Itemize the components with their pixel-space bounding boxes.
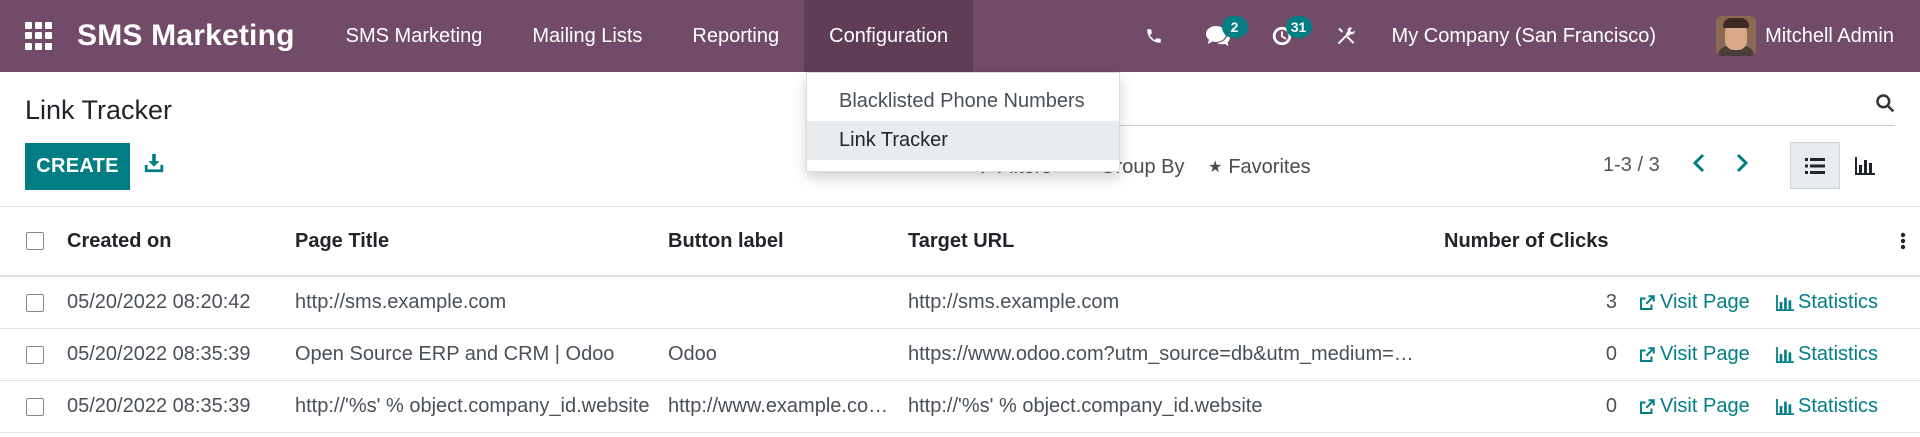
clicks-cell: 0 (1605, 343, 1617, 365)
view-switcher (1790, 142, 1890, 189)
target-url-cell: https://www.odoo.com?utm_source=db&utm_m… (908, 343, 1414, 365)
phone-icon[interactable] (1122, 0, 1186, 72)
created-on-cell: 05/20/2022 08:35:39 (67, 343, 251, 365)
chevron-left-icon[interactable] (1690, 152, 1708, 180)
visit-page-label: Visit Page (1660, 291, 1750, 313)
graph-view-icon[interactable] (1840, 142, 1890, 189)
bar-chart-icon (1776, 346, 1794, 363)
menu-mailing-lists[interactable]: Mailing Lists (507, 0, 667, 72)
created-on-cell: 05/20/2022 08:35:39 (67, 395, 251, 417)
target-url-cell: http://sms.example.com (908, 291, 1120, 313)
clicks-cell: 0 (1605, 395, 1617, 417)
visit-page-label: Visit Page (1660, 343, 1750, 365)
bar-chart-icon (1776, 398, 1794, 415)
visit-page-button[interactable]: Visit Page (1638, 381, 1758, 432)
link-tracker-table: Created on Page Title Button label Targe… (0, 207, 1920, 433)
statistics-label: Statistics (1798, 291, 1879, 313)
statistics-label: Statistics (1798, 343, 1879, 365)
table-row[interactable]: 05/20/2022 08:35:39 Open Source ERP and … (0, 329, 1920, 381)
column-page-title[interactable]: Page Title (295, 207, 655, 275)
dropdown-item-blacklisted-phone-numbers[interactable]: Blacklisted Phone Numbers (807, 82, 1119, 121)
chevron-right-icon[interactable] (1733, 152, 1751, 180)
navbar-systray: 2 31 My Company (San Francisco) Mitchell… (1122, 0, 1920, 72)
clicks-cell: 3 (1605, 291, 1617, 313)
created-on-cell: 05/20/2022 08:20:42 (67, 291, 251, 313)
visit-page-button[interactable]: Visit Page (1638, 277, 1758, 328)
select-all-checkbox[interactable] (26, 232, 44, 250)
column-created-on[interactable]: Created on (67, 207, 287, 275)
favorites-button[interactable]: ★ Favorites (1208, 154, 1311, 180)
statistics-button[interactable]: Statistics (1776, 329, 1916, 380)
page-title: Link Tracker (25, 95, 173, 125)
button-label-cell: http://www.example.co… (668, 395, 889, 417)
menu-reporting[interactable]: Reporting (667, 0, 804, 72)
column-number-of-clicks[interactable]: Number of Clicks (1444, 207, 1744, 275)
visit-page-label: Visit Page (1660, 395, 1750, 417)
app-brand[interactable]: SMS Marketing (77, 19, 295, 53)
user-menu[interactable]: Mitchell Admin (1765, 25, 1894, 48)
clock-icon[interactable]: 31 (1250, 0, 1314, 72)
chat-icon[interactable]: 2 (1186, 0, 1250, 72)
activity-count-badge: 31 (1285, 16, 1312, 38)
statistics-label: Statistics (1798, 395, 1879, 417)
top-navbar: SMS Marketing SMS Marketing Mailing List… (0, 0, 1920, 72)
bar-chart-icon (1776, 294, 1794, 311)
list-view-icon[interactable] (1790, 142, 1840, 189)
target-url-cell: http://'%s' % object.company_id.website (908, 395, 1263, 417)
page-title-cell: http://sms.example.com (295, 291, 507, 313)
favorites-label: Favorites (1228, 155, 1311, 178)
pager-value[interactable]: 1-3 / 3 (1603, 154, 1660, 177)
button-label-cell (668, 277, 894, 328)
external-link-icon (1640, 346, 1655, 362)
create-button[interactable]: CREATE (25, 143, 130, 190)
table-row[interactable]: 05/20/2022 08:35:39 http://'%s' % object… (0, 381, 1920, 433)
button-label-cell: Odoo (668, 343, 717, 365)
external-link-icon (1640, 294, 1655, 310)
avatar[interactable] (1716, 16, 1757, 56)
company-switcher[interactable]: My Company (San Francisco) (1392, 25, 1657, 48)
table-row[interactable]: 05/20/2022 08:20:42 http://sms.example.c… (0, 277, 1920, 329)
external-link-icon (1640, 398, 1655, 414)
configuration-dropdown: Blacklisted Phone Numbers Link Tracker (806, 72, 1120, 172)
statistics-button[interactable]: Statistics (1776, 381, 1916, 432)
row-checkbox[interactable] (26, 397, 44, 416)
chat-count-badge: 2 (1221, 16, 1248, 38)
dropdown-item-link-tracker[interactable]: Link Tracker (807, 121, 1119, 160)
apps-menu-icon[interactable] (25, 22, 53, 50)
menu-configuration[interactable]: Configuration (804, 0, 974, 72)
column-target-url[interactable]: Target URL (908, 207, 1424, 275)
page-title-cell: Open Source ERP and CRM | Odoo (295, 343, 615, 365)
page-title-cell: http://'%s' % object.company_id.website (295, 395, 650, 417)
menu-sms-marketing[interactable]: SMS Marketing (321, 0, 508, 72)
row-checkbox[interactable] (26, 345, 44, 364)
column-button-label[interactable]: Button label (668, 207, 894, 275)
star-icon: ★ (1208, 159, 1223, 176)
search-input[interactable] (1120, 125, 1895, 126)
optional-columns-icon[interactable] (1900, 232, 1906, 256)
download-icon[interactable] (143, 152, 167, 178)
tools-icon[interactable] (1314, 0, 1378, 72)
table-header: Created on Page Title Button label Targe… (0, 207, 1920, 277)
search-icon[interactable] (1875, 93, 1895, 119)
visit-page-button[interactable]: Visit Page (1638, 329, 1758, 380)
row-checkbox[interactable] (26, 293, 44, 312)
statistics-button[interactable]: Statistics (1776, 277, 1916, 328)
